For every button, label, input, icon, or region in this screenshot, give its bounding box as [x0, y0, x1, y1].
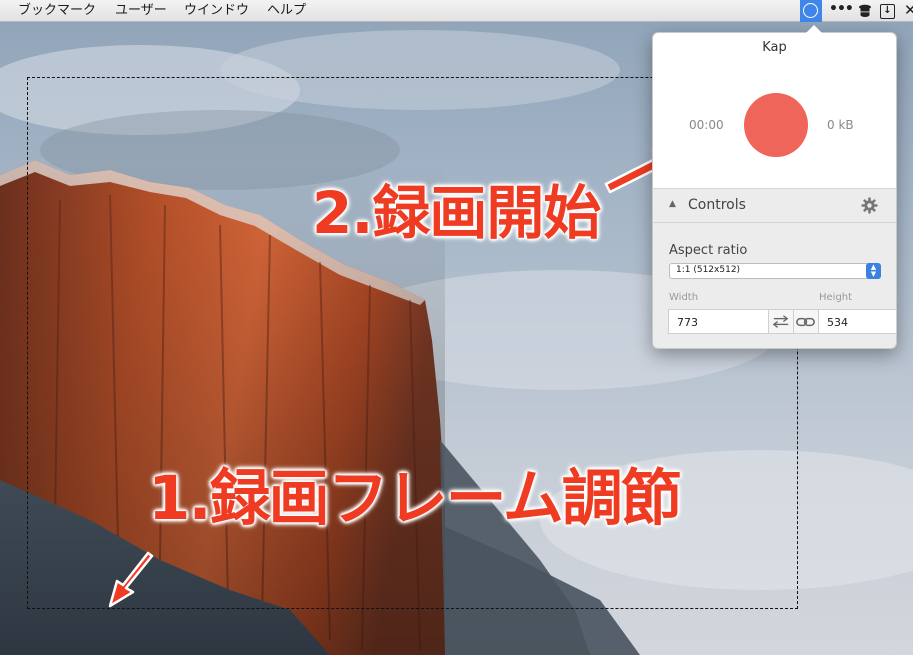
kap-title: Kap [762, 40, 787, 55]
controls-header[interactable]: ▲ Controls [653, 189, 896, 222]
more-icon[interactable]: ••• [829, 1, 854, 17]
gear-icon[interactable] [861, 197, 878, 214]
height-label: Height [819, 292, 853, 303]
aspect-ratio-value: 1:1 (512x512) [676, 265, 741, 275]
swap-dimensions-button[interactable] [769, 309, 794, 334]
kap-popover: Kap 00:00 0 kB ▲ Controls Aspect ratio 1… [652, 25, 897, 349]
annotation-start-recording: 2.録画開始 [312, 179, 601, 247]
file-size: 0 kB [827, 118, 854, 132]
width-label: Width [669, 292, 699, 303]
close-icon[interactable]: ✕ [904, 1, 913, 19]
annotation-adjust-frame: 1.録画フレーム調節 [148, 463, 682, 534]
kap-record-area: Kap 00:00 0 kB [653, 33, 896, 188]
aspect-ratio-select[interactable]: 1:1 (512x512) ▲ ▼ [669, 263, 881, 279]
select-stepper-icon[interactable]: ▲ ▼ [866, 263, 881, 279]
swap-icon [772, 315, 789, 328]
link-icon [796, 317, 815, 327]
triangle-up-icon[interactable]: ▲ [669, 199, 676, 209]
menu-bar: ブックマーク ユーザー ウインドウ ヘルプ ••• ↓ ✕ [0, 0, 913, 22]
recording-timer: 00:00 [689, 118, 724, 132]
menu-help[interactable]: ヘルプ [267, 2, 306, 19]
menu-window[interactable]: ウインドウ [184, 2, 249, 19]
link-dimensions-button[interactable] [794, 309, 819, 334]
record-button[interactable] [744, 93, 808, 157]
alfred-hat-icon[interactable] [857, 3, 873, 19]
width-input[interactable]: 773 [668, 309, 769, 334]
download-icon[interactable]: ↓ [880, 4, 895, 19]
menu-users[interactable]: ユーザー [115, 2, 167, 19]
menu-bookmarks[interactable]: ブックマーク [18, 2, 96, 19]
controls-label: Controls [688, 197, 746, 213]
popover-caret [806, 25, 822, 33]
kap-icon[interactable] [800, 0, 822, 22]
aspect-ratio-label: Aspect ratio [669, 243, 748, 258]
height-input[interactable]: 534 [819, 309, 897, 334]
divider [653, 222, 896, 223]
